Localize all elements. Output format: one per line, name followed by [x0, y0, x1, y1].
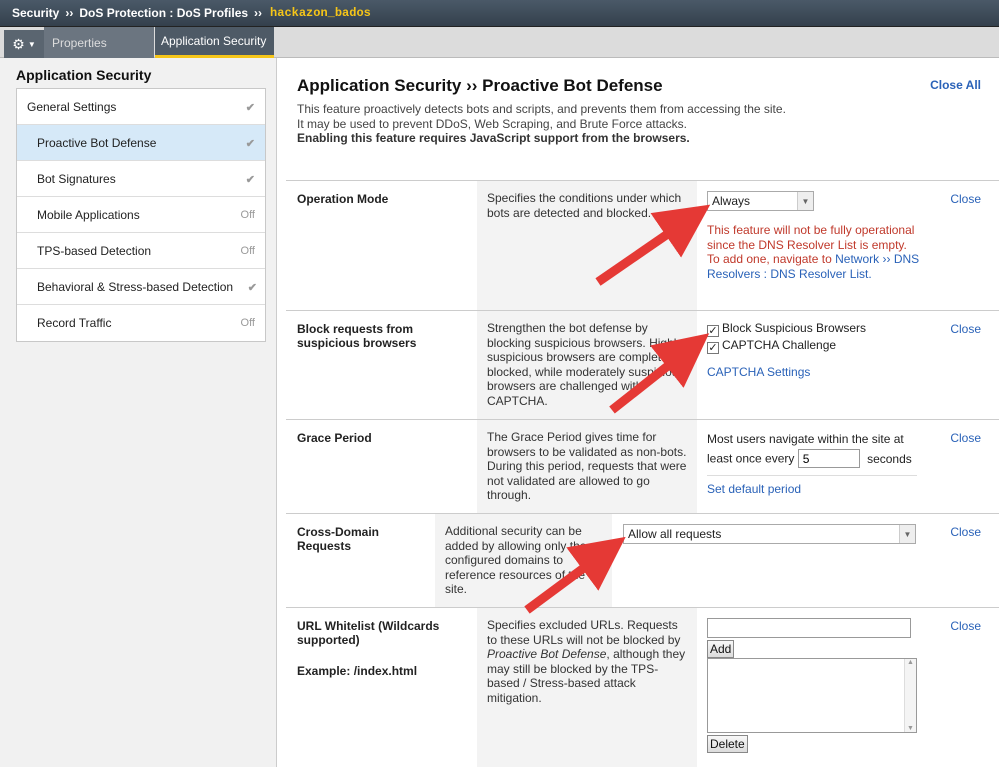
link-separator: ›› [882, 252, 891, 266]
breadcrumb-current: hackazon_bados [270, 6, 371, 20]
grace-period-unit: seconds [867, 451, 912, 466]
block-requests-label: Block requests from suspicious browsers [297, 322, 417, 350]
sidebar-item-behavioral-stress-detection[interactable]: Behavioral & Stress-based Detection ✔ [17, 269, 265, 305]
operation-mode-label: Operation Mode [297, 192, 389, 206]
chevron-down-icon: ▼ [27, 39, 36, 49]
add-button[interactable]: Add [707, 640, 735, 658]
close-link[interactable]: Close [950, 431, 981, 445]
check-icon: ✔ [245, 101, 255, 114]
url-whitelist-example: Example: /index.html [297, 664, 418, 678]
intro-line-3: Enabling this feature requires JavaScrip… [297, 131, 690, 145]
sidebar-item-bot-signatures[interactable]: Bot Signatures ✔ [17, 161, 265, 197]
breadcrumb-separator: ›› [65, 6, 74, 20]
close-link[interactable]: Close [950, 322, 981, 336]
cross-domain-value: Allow all requests [628, 527, 722, 541]
operation-mode-row: Operation Mode Specifies the conditions … [286, 180, 999, 310]
block-suspicious-browsers-option[interactable]: ✓ Block Suspicious Browsers [707, 321, 866, 338]
block-requests-description: Strengthen the bot defense by blocking s… [477, 311, 697, 419]
url-whitelist-description: Specifies excluded URLs. Requests to the… [477, 608, 697, 767]
breadcrumb-item-dos-profiles[interactable]: DoS Protection : DoS Profiles [79, 6, 248, 20]
sidebar: Application Security General Settings ✔ … [0, 58, 277, 767]
breadcrumb-item-security[interactable]: Security [12, 6, 59, 20]
cross-domain-description: Additional security can be added by allo… [435, 514, 612, 607]
option-label: Block Suspicious Browsers [722, 321, 867, 335]
network-link[interactable]: Network [835, 252, 879, 266]
captcha-settings-link[interactable]: CAPTCHA Settings [707, 365, 866, 379]
url-whitelist-list[interactable]: ▲ ▼ [707, 658, 917, 733]
check-icon: ✔ [247, 281, 257, 294]
description-emphasis: Proactive Bot Defense [487, 647, 607, 661]
sidebar-item-label: Behavioral & Stress-based Detection [37, 279, 234, 294]
status-off: Off [240, 209, 255, 221]
grace-period-description: The Grace Period gives time for browsers… [477, 420, 697, 513]
sidebar-item-label: Proactive Bot Defense [37, 135, 157, 150]
chevron-down-icon: ▼ [797, 192, 813, 210]
check-icon: ✔ [245, 173, 255, 186]
intro-line-1: This feature proactively detects bots an… [297, 102, 786, 116]
page-title: Application Security ›› Proactive Bot De… [297, 76, 663, 95]
sidebar-title: Application Security [16, 67, 152, 83]
sidebar-item-label: TPS-based Detection [37, 243, 152, 258]
operation-mode-select[interactable]: Always ▼ [707, 191, 814, 211]
block-requests-row: Block requests from suspicious browsers … [286, 310, 999, 419]
intro-text: This feature proactively detects bots an… [297, 102, 787, 146]
operation-mode-description: Specifies the conditions under which bot… [477, 181, 697, 310]
sidebar-item-proactive-bot-defense[interactable]: Proactive Bot Defense ✔ [17, 125, 265, 161]
intro-line-2: It may be used to prevent DDoS, Web Scra… [297, 116, 687, 131]
sidebar-item-mobile-applications[interactable]: Mobile Applications Off [17, 197, 265, 233]
status-off: Off [240, 245, 255, 257]
close-link[interactable]: Close [950, 525, 981, 539]
url-whitelist-label: URL Whitelist (Wildcards supported) [297, 619, 440, 647]
sidebar-nav: General Settings ✔ Proactive Bot Defense… [16, 88, 266, 342]
scrollbar[interactable]: ▲ ▼ [904, 659, 916, 732]
tab-application-security[interactable]: Application Security [155, 27, 274, 58]
cross-domain-row: Cross-Domain Requests Additional securit… [286, 513, 999, 607]
option-label: CAPTCHA Challenge [722, 338, 837, 352]
url-whitelist-row: URL Whitelist (Wildcards supported) Exam… [286, 607, 999, 767]
set-default-period-link[interactable]: Set default period [707, 480, 917, 499]
breadcrumb: Security ›› DoS Protection : DoS Profile… [0, 0, 999, 27]
gear-icon: ⚙ [12, 35, 25, 52]
sidebar-item-general-settings[interactable]: General Settings ✔ [17, 89, 265, 125]
grace-period-label: Grace Period [297, 431, 372, 445]
close-link[interactable]: Close [950, 192, 981, 206]
delete-button[interactable]: Delete [707, 735, 748, 753]
url-whitelist-input[interactable] [707, 618, 911, 638]
gear-menu-button[interactable]: ⚙ ▼ [4, 30, 44, 58]
check-icon: ✔ [245, 137, 255, 150]
sidebar-item-label: Record Traffic [37, 316, 112, 330]
sidebar-item-label: Mobile Applications [37, 207, 140, 222]
checkbox-captcha[interactable]: ✓ [707, 342, 719, 354]
main-content: Application Security ›› Proactive Bot De… [278, 58, 999, 767]
close-link[interactable]: Close [950, 619, 981, 633]
sidebar-item-record-traffic[interactable]: Record Traffic Off [17, 305, 265, 341]
operation-mode-value: Always [712, 194, 751, 208]
checkbox-block-suspicious[interactable]: ✓ [707, 325, 719, 337]
dns-warning: This feature will not be fully operation… [707, 223, 922, 281]
tab-bar: ⚙ ▼ Properties Application Security [0, 27, 999, 58]
captcha-challenge-option[interactable]: ✓ CAPTCHA Challenge [707, 338, 866, 355]
status-off: Off [240, 317, 255, 329]
chevron-down-icon: ▼ [899, 525, 915, 543]
sidebar-item-label: Bot Signatures [37, 171, 116, 186]
sidebar-item-tps-based-detection[interactable]: TPS-based Detection Off [17, 233, 265, 269]
description-text: Specifies excluded URLs. Requests to the… [487, 618, 681, 647]
sidebar-item-label: General Settings [27, 99, 117, 114]
tab-properties[interactable]: Properties [44, 27, 154, 58]
grace-period-input[interactable] [797, 449, 860, 468]
cross-domain-select[interactable]: Allow all requests ▼ [623, 524, 916, 544]
close-all-link[interactable]: Close All [930, 78, 981, 92]
cross-domain-label: Cross-Domain Requests [297, 525, 380, 553]
breadcrumb-separator: ›› [254, 6, 263, 20]
grace-period-row: Grace Period The Grace Period gives time… [286, 419, 999, 513]
